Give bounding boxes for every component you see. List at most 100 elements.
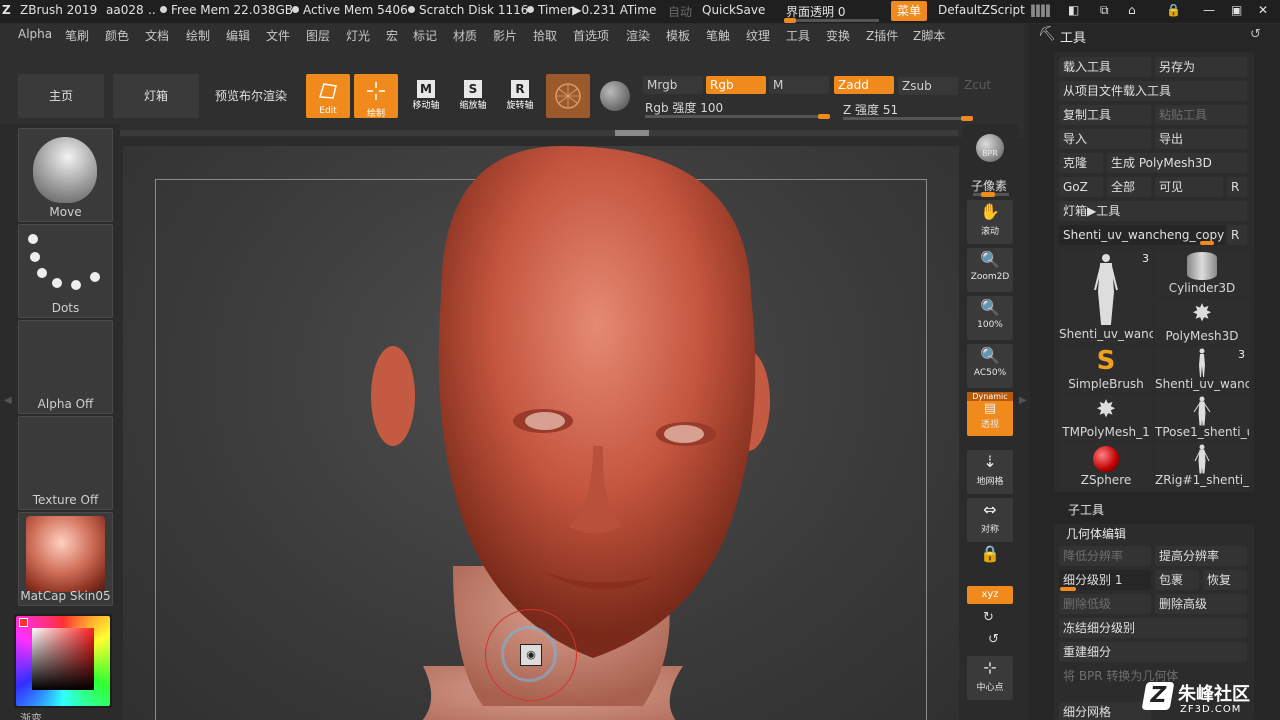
- make-polymesh-button[interactable]: 生成 PolyMesh3D: [1107, 153, 1247, 173]
- higher-res-button[interactable]: 提高分辨率: [1155, 546, 1247, 566]
- tool-slider-knob[interactable]: [1200, 241, 1214, 245]
- brush-selector[interactable]: Move: [18, 128, 113, 222]
- frame-center-button[interactable]: ⊹ 中心点: [967, 656, 1013, 700]
- horizontal-scrollbar[interactable]: [118, 130, 958, 136]
- left-collapse-arrow-icon[interactable]: ◀: [4, 395, 12, 406]
- draw-mode-button[interactable]: 绘制: [354, 74, 398, 119]
- menu-alpha[interactable]: Alpha: [18, 27, 52, 41]
- scrollbar-thumb[interactable]: [615, 130, 649, 136]
- slider-knob[interactable]: [784, 18, 796, 23]
- lightbox-tools-button[interactable]: 灯箱▶工具: [1059, 201, 1247, 221]
- zoom2d-button[interactable]: 🔍 Zoom2D: [967, 248, 1013, 292]
- goz-button[interactable]: GoZ: [1059, 177, 1103, 197]
- menu-stroke[interactable]: 笔触: [706, 27, 730, 44]
- geometry-section[interactable]: 几何体编辑: [1066, 524, 1126, 544]
- half-size-button[interactable]: 🔍 AC50%: [967, 344, 1013, 388]
- menu-draw[interactable]: 绘制: [186, 27, 210, 44]
- zcut-toggle[interactable]: Zcut: [960, 76, 1004, 94]
- tool-item-tmpolymesh[interactable]: ✸ TMPolyMesh_1: [1059, 394, 1153, 440]
- home-icon[interactable]: ⌂: [1128, 3, 1136, 17]
- rgb-intensity-slider[interactable]: [645, 114, 830, 119]
- menu-edit[interactable]: 编辑: [226, 27, 250, 44]
- restore-button[interactable]: 恢复: [1203, 570, 1247, 590]
- saturation-square[interactable]: [32, 628, 94, 690]
- menu-zplugin[interactable]: Z插件: [866, 27, 898, 44]
- freeze-subdiv-button[interactable]: 冻结细分级别: [1059, 618, 1247, 638]
- rotate-z-icon[interactable]: ↺: [988, 632, 999, 647]
- menu-color[interactable]: 颜色: [105, 27, 129, 44]
- quicksave-button[interactable]: QuickSave: [702, 3, 765, 17]
- rgb-intensity-label[interactable]: Rgb 强度 100: [645, 99, 723, 116]
- window-swap-icon[interactable]: ⧉: [1100, 3, 1109, 18]
- tool-item-shenti-2[interactable]: 3 Shenti_uv_wanc: [1155, 346, 1249, 392]
- perspective-button[interactable]: Dynamic ▤ 透视: [967, 392, 1013, 436]
- rgb-toggle[interactable]: Rgb: [706, 76, 766, 94]
- reconstruct-subdiv-button[interactable]: 重建细分: [1059, 642, 1247, 662]
- local-transform-button[interactable]: 🔒: [967, 542, 1013, 586]
- menu-zscript[interactable]: Z脚本: [913, 27, 945, 44]
- layout-icon[interactable]: ◧: [1068, 3, 1079, 17]
- rotate-gizmo-button[interactable]: R 旋转轴: [498, 76, 542, 118]
- subpixel-slider[interactable]: [973, 192, 1009, 197]
- menu-macro[interactable]: 宏: [386, 27, 398, 44]
- minimize-icon[interactable]: —: [1203, 3, 1215, 17]
- tool-item-cylinder[interactable]: Cylinder3D: [1155, 250, 1249, 296]
- menu-brush[interactable]: 笔刷: [65, 27, 89, 44]
- primary-color-swatch[interactable]: [19, 618, 28, 627]
- tool-panel-title[interactable]: 工具: [1060, 27, 1086, 46]
- menu-toggle-button[interactable]: 菜单: [891, 1, 927, 21]
- move-gizmo-button[interactable]: M 移动轴: [404, 76, 448, 118]
- lower-res-button[interactable]: 降低分辨率: [1059, 546, 1151, 566]
- zscript-button[interactable]: DefaultZScript: [938, 3, 1025, 17]
- drag-handle-icon[interactable]: ‖‖‖‖: [1030, 3, 1051, 17]
- scale-gizmo-button[interactable]: S 缩放轴: [451, 76, 495, 118]
- clone-button[interactable]: 克隆: [1059, 153, 1103, 173]
- texture-selector[interactable]: Texture Off: [18, 416, 113, 510]
- subtool-section[interactable]: 子工具: [1068, 500, 1104, 520]
- home-page-button[interactable]: 主页: [18, 74, 104, 118]
- menu-picker[interactable]: 拾取: [533, 27, 557, 44]
- menu-stencil[interactable]: 模板: [666, 27, 690, 44]
- z-intensity-slider[interactable]: [843, 116, 973, 121]
- gradient-label[interactable]: 渐变: [20, 710, 42, 720]
- menu-material[interactable]: 材质: [453, 27, 477, 44]
- color-picker[interactable]: [14, 614, 112, 708]
- solo-mode-icon[interactable]: [600, 81, 630, 111]
- tool-item-simplebrush[interactable]: S SimpleBrush: [1059, 346, 1153, 392]
- export-button[interactable]: 导出: [1155, 129, 1247, 149]
- delete-higher-button[interactable]: 删除高级: [1155, 594, 1247, 614]
- tool-item-zrig[interactable]: ZRig#1_shenti_u: [1155, 442, 1249, 488]
- floor-grid-button[interactable]: ⇣ 地网格: [967, 450, 1013, 494]
- menu-document[interactable]: 文档: [145, 27, 169, 44]
- close-icon[interactable]: ✕: [1258, 3, 1268, 17]
- material-sphere-button[interactable]: [546, 74, 590, 118]
- menu-marker[interactable]: 标记: [413, 27, 437, 44]
- menu-layer[interactable]: 图层: [306, 27, 330, 44]
- ui-transparency-slider[interactable]: [784, 18, 879, 23]
- paste-tool-button[interactable]: 粘贴工具: [1155, 105, 1247, 125]
- lock-icon[interactable]: 🔒: [1166, 3, 1181, 17]
- import-button[interactable]: 导入: [1059, 129, 1151, 149]
- menu-file[interactable]: 文件: [266, 27, 290, 44]
- goz-all-button[interactable]: 全部: [1107, 177, 1151, 197]
- mrgb-toggle[interactable]: Mrgb: [643, 76, 703, 94]
- refresh-icon[interactable]: ↺: [1250, 27, 1261, 42]
- delete-lower-button[interactable]: 删除低级: [1059, 594, 1151, 614]
- menu-light[interactable]: 灯光: [346, 27, 370, 44]
- edit-mode-button[interactable]: Edit: [306, 74, 350, 118]
- slider-knob[interactable]: [818, 114, 830, 119]
- reconstruct-button[interactable]: 包裹: [1155, 570, 1199, 590]
- actual-size-button[interactable]: 🔍 100%: [967, 296, 1013, 340]
- rotate-y-icon[interactable]: ↻: [983, 610, 994, 625]
- save-as-button[interactable]: 另存为: [1155, 57, 1247, 77]
- bpr-render-button[interactable]: BPR: [967, 128, 1013, 172]
- goz-visible-button[interactable]: 可见: [1155, 177, 1223, 197]
- lightbox-button[interactable]: 灯箱: [113, 74, 199, 118]
- z-intensity-label[interactable]: Z 强度 51: [843, 101, 898, 118]
- menu-texture[interactable]: 纹理: [746, 27, 770, 44]
- slider-knob[interactable]: [961, 116, 973, 121]
- viewport-canvas[interactable]: ◉: [123, 146, 959, 720]
- menu-movie[interactable]: 影片: [493, 27, 517, 44]
- tool-r-button[interactable]: R: [1227, 225, 1247, 245]
- menu-transform[interactable]: 变换: [826, 27, 850, 44]
